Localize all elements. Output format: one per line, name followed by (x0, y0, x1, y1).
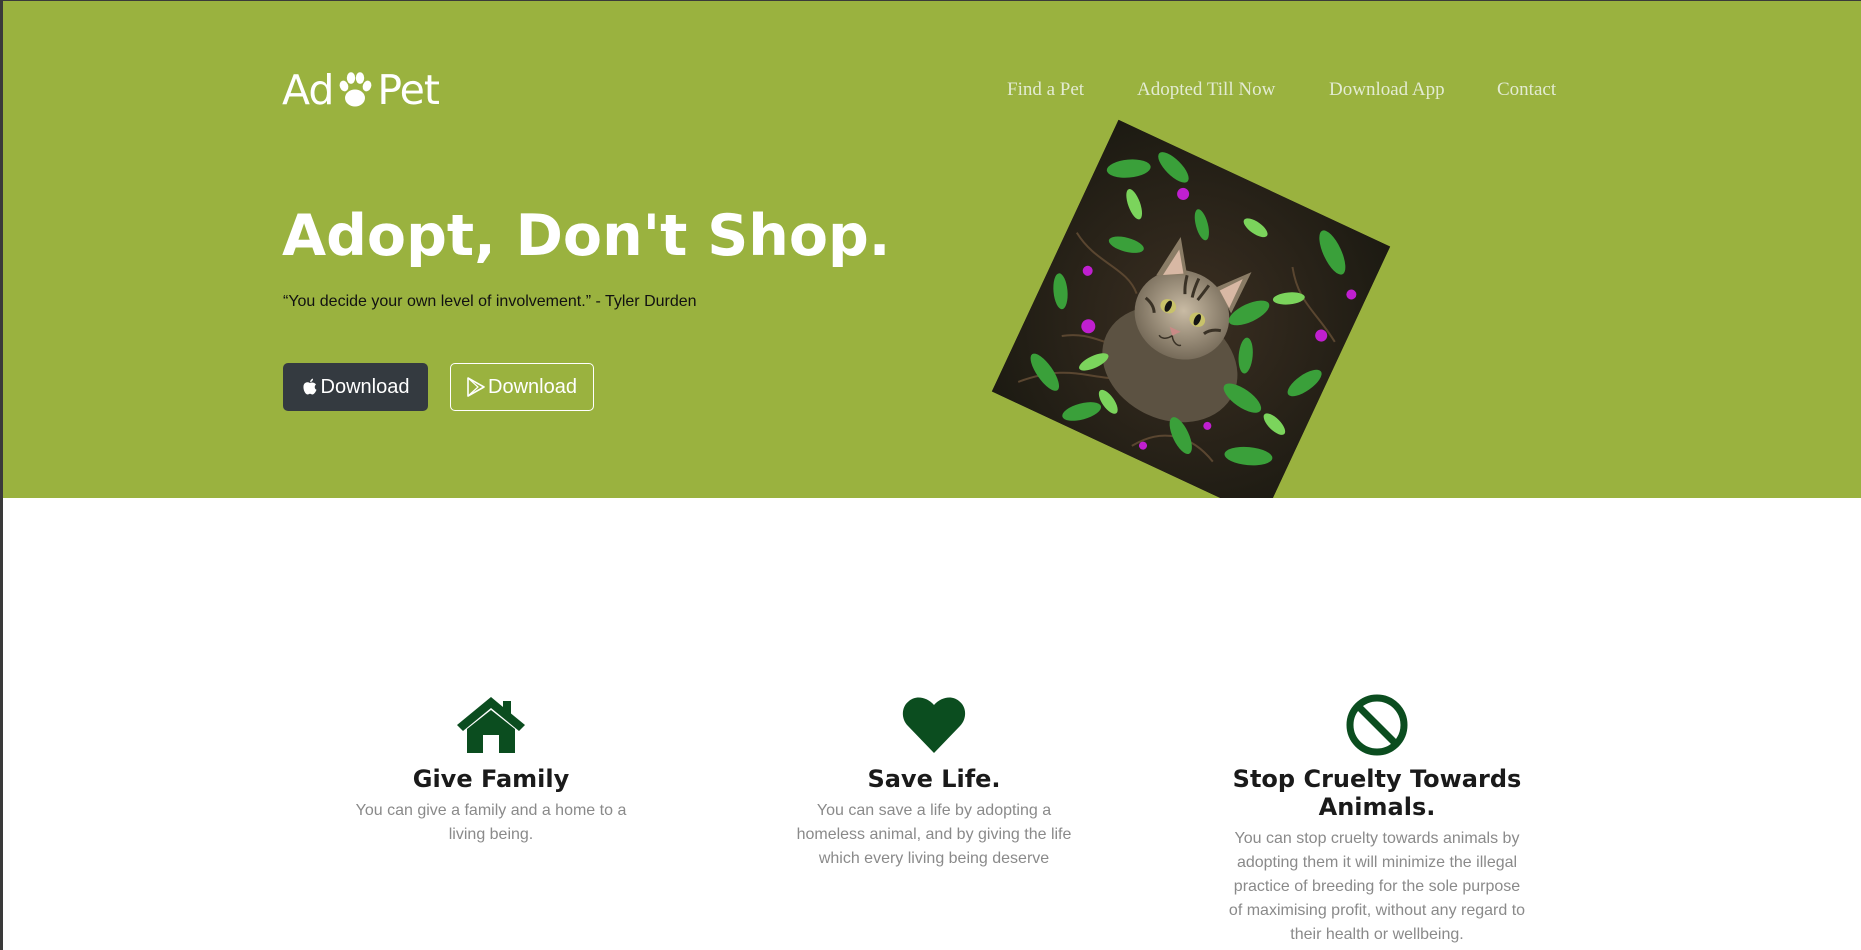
ban-icon (1346, 694, 1408, 756)
home-icon (457, 697, 525, 753)
page: Ad Pet Find a Pet Adopted Till Now Downl… (0, 0, 1861, 950)
heart-icon (902, 697, 966, 753)
features-section: Give Family You can give a family and a … (3, 498, 1861, 950)
nav-find-a-pet[interactable]: Find a Pet (1007, 79, 1084, 101)
google-play-icon (467, 377, 485, 397)
nav-download-app[interactable]: Download App (1329, 79, 1445, 101)
play-download-button[interactable]: Download (450, 363, 594, 411)
main-nav: Find a Pet Adopted Till Now Download App… (3, 79, 1861, 109)
feature-save-life: Save Life. You can save a life by adopti… (784, 693, 1084, 871)
feature-title: Save Life. (867, 765, 1001, 793)
hero-headline: Adopt, Don't Shop. (282, 203, 891, 269)
apple-icon (302, 378, 317, 395)
hero-section: Ad Pet Find a Pet Adopted Till Now Downl… (3, 1, 1861, 498)
apple-download-button[interactable]: Download (283, 363, 428, 411)
hero-quote: “You decide your own level of involvemen… (283, 293, 697, 310)
hero-cat-image (991, 119, 1391, 498)
feature-give-family: Give Family You can give a family and a … (341, 693, 641, 847)
play-download-label: Download (488, 375, 577, 398)
feature-stop-cruelty: Stop Cruelty Towards Animals. You can st… (1227, 693, 1527, 947)
nav-adopted-till-now[interactable]: Adopted Till Now (1137, 79, 1275, 101)
feature-text: You can stop cruelty towards animals by … (1228, 830, 1526, 943)
feature-title: Stop Cruelty Towards Animals. (1232, 765, 1522, 821)
feature-text: You can give a family and a home to a li… (355, 802, 627, 843)
apple-download-label: Download (320, 375, 410, 398)
nav-contact[interactable]: Contact (1497, 79, 1556, 101)
feature-title: Give Family (412, 765, 570, 793)
feature-text: You can save a life by adopting a homele… (796, 802, 1072, 867)
